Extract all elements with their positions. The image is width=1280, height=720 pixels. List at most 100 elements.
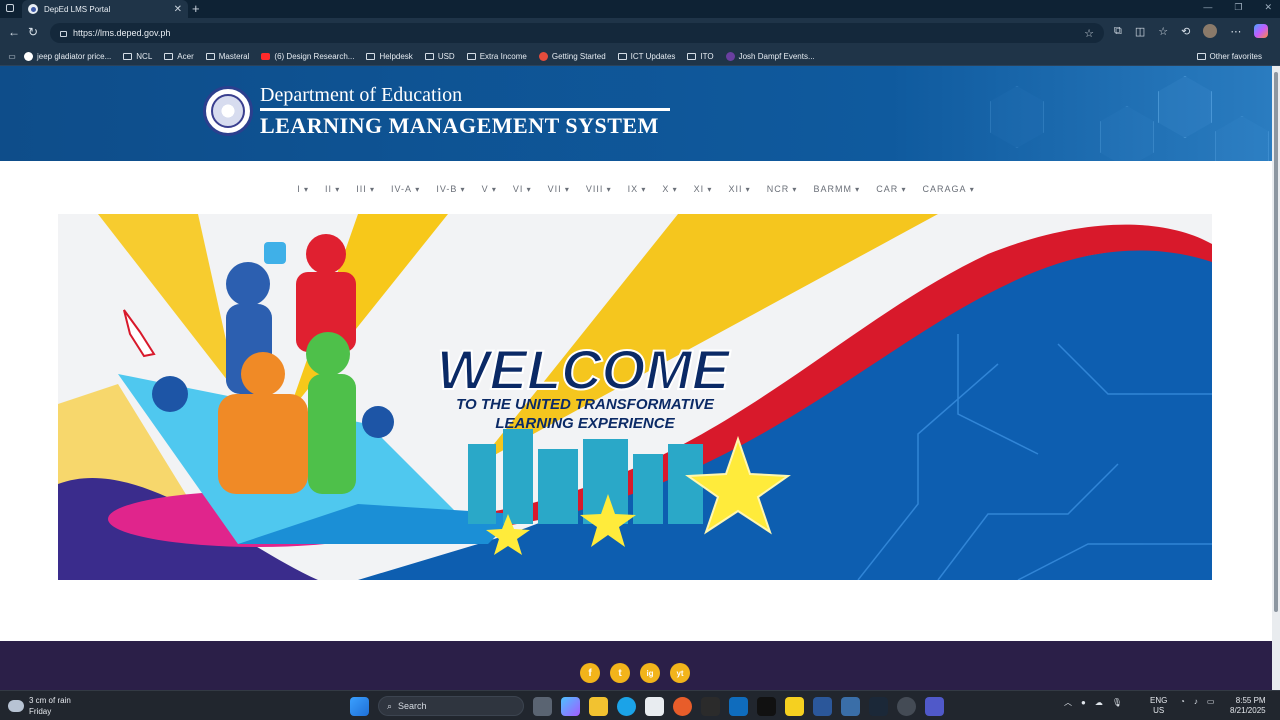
quick-settings[interactable]: ◔ ♪ ▭ [1180, 697, 1214, 706]
favorites-icon[interactable]: ☆ [1158, 25, 1168, 38]
page-scrollbar[interactable] [1272, 66, 1280, 690]
hex-decoration [1215, 116, 1269, 161]
bookmark-label: Helpdesk [379, 52, 413, 61]
bookmark-masteral[interactable]: Masteral [205, 52, 249, 61]
clock-time: 8:55 PM [1235, 696, 1266, 705]
app-icon[interactable] [701, 696, 720, 716]
copilot-app-icon[interactable] [561, 696, 580, 716]
other-favorites[interactable]: Other favorites [1196, 52, 1262, 61]
region-vi[interactable]: VI [513, 184, 532, 194]
bookmark-ito[interactable]: ITO [687, 52, 714, 61]
mic-icon[interactable]: 🎙 [1112, 698, 1122, 707]
close-window-icon[interactable]: ✕ [1264, 2, 1272, 13]
show-hidden-icons[interactable]: ︿ [1064, 697, 1072, 708]
firefox-app-icon[interactable] [673, 696, 692, 716]
bookmark-extra-income[interactable]: Extra Income [466, 52, 527, 61]
language-indicator[interactable]: ENG US [1150, 696, 1167, 716]
region-ii[interactable]: II [325, 184, 340, 194]
word-icon[interactable] [813, 696, 832, 716]
back-icon[interactable]: ← [8, 25, 20, 39]
tray-app-icon[interactable]: ● [1081, 698, 1086, 707]
site-info-icon[interactable] [60, 31, 67, 37]
steam-icon[interactable] [869, 696, 888, 716]
bookmark-usd[interactable]: USD [424, 52, 455, 61]
region-xii[interactable]: XII [728, 184, 750, 194]
taskbar-search[interactable]: ⌕ Search [378, 696, 524, 716]
collections-icon[interactable]: ▭ [0, 52, 24, 61]
bookmark-ncl[interactable]: NCL [123, 52, 152, 61]
bookmark-label: (6) Design Research... [274, 52, 355, 61]
region-v[interactable]: V [482, 184, 497, 194]
region-barmm[interactable]: BARMM [813, 184, 860, 194]
teams-icon[interactable] [925, 696, 944, 716]
deped-seal-logo[interactable] [203, 86, 253, 136]
copilot-icon[interactable] [1254, 24, 1269, 38]
region-iv-b[interactable]: IV-B [436, 184, 465, 194]
store-icon[interactable] [645, 696, 664, 716]
favorite-star-icon[interactable]: ☆ [1084, 27, 1094, 40]
new-tab-icon[interactable]: + [192, 1, 200, 16]
bookmark-label: Extra Income [479, 52, 527, 61]
region-vii[interactable]: VII [548, 184, 570, 194]
clock[interactable]: 8:55 PM 8/21/2025 [1230, 696, 1266, 716]
url-text: https://lms.deped.gov.ph [73, 28, 171, 38]
browser-tab[interactable]: DepEd LMS Portal ✕ [22, 0, 188, 18]
maximize-icon[interactable]: ❐ [1234, 2, 1242, 13]
scrollbar-thumb[interactable] [1274, 72, 1278, 612]
bookmark-getting-started[interactable]: Getting Started [538, 52, 606, 61]
site-footer [0, 641, 1272, 690]
region-ix[interactable]: IX [628, 184, 647, 194]
region-iii[interactable]: III [356, 184, 375, 194]
bookmark-ict-updates[interactable]: ICT Updates [617, 52, 675, 61]
start-icon[interactable] [350, 696, 369, 716]
outlook-icon[interactable] [729, 696, 748, 716]
tab-actions-icon[interactable] [6, 4, 14, 12]
web-page: Department of Education LEARNING MANAGEM… [0, 66, 1272, 690]
bookmark-label: USD [437, 52, 455, 61]
network-app-icon[interactable] [841, 696, 860, 716]
onedrive-icon[interactable]: ☁ [1095, 698, 1103, 707]
weather-widget[interactable]: 3 cm of rain Friday [8, 695, 71, 717]
more-icon[interactable]: ⋯ [1230, 25, 1241, 38]
lang-code: ENG [1150, 696, 1168, 705]
weather-day: Friday [29, 707, 52, 716]
address-bar[interactable]: https://lms.deped.gov.ph ☆ [50, 23, 1104, 43]
instagram-icon[interactable]: ig [640, 663, 660, 683]
weather-text: 3 cm of rain [29, 696, 71, 705]
region-x[interactable]: X [662, 184, 677, 194]
volume-icon: ♪ [1193, 697, 1198, 706]
region-i[interactable]: I [297, 184, 309, 194]
edge-icon[interactable] [617, 696, 636, 716]
region-car[interactable]: CAR [876, 184, 906, 194]
tiktok-icon[interactable] [757, 696, 776, 716]
region-iv-a[interactable]: IV-A [391, 184, 420, 194]
bookmark-josh-dampf[interactable]: Josh Dampf Events... [725, 52, 815, 61]
bookmark-helpdesk[interactable]: Helpdesk [366, 52, 413, 61]
bookmark-jeep[interactable]: jeep gladiator price... [24, 52, 111, 61]
banner-illustration: WELCOME TO THE UNITED TRANSFORMATIVE LEA… [58, 214, 1212, 580]
task-view-icon[interactable] [533, 696, 552, 716]
lms-title: LEARNING MANAGEMENT SYSTEM [260, 113, 659, 138]
close-tab-icon[interactable]: ✕ [174, 4, 182, 15]
history-icon[interactable]: ⟲ [1181, 25, 1190, 38]
bookmark-design-research[interactable]: (6) Design Research... [261, 52, 354, 61]
region-caraga[interactable]: CARAGA [922, 184, 974, 194]
region-viii[interactable]: VIII [586, 184, 612, 194]
extensions-icon[interactable]: ⧉ [1114, 25, 1122, 38]
split-screen-icon[interactable]: ◫ [1135, 25, 1145, 38]
facebook-icon[interactable]: f [580, 663, 600, 683]
region-nav: I II III IV-A IV-B V VI VII VIII IX X XI… [0, 184, 1272, 194]
bookmark-label: Other favorites [1209, 52, 1262, 61]
region-ncr[interactable]: NCR [767, 184, 798, 194]
refresh-icon[interactable]: ↻ [28, 25, 38, 39]
region-xi[interactable]: XI [694, 184, 713, 194]
battery-icon: ▭ [1206, 697, 1215, 706]
minimize-icon[interactable]: — [1203, 2, 1212, 13]
obs-icon[interactable] [897, 696, 916, 716]
twitter-icon[interactable]: t [610, 663, 630, 683]
profile-avatar[interactable] [1203, 24, 1218, 38]
youtube-icon[interactable]: yt [670, 663, 690, 683]
sticky-notes-icon[interactable] [785, 696, 804, 716]
bookmark-acer[interactable]: Acer [164, 52, 194, 61]
file-explorer-icon[interactable] [589, 696, 608, 716]
